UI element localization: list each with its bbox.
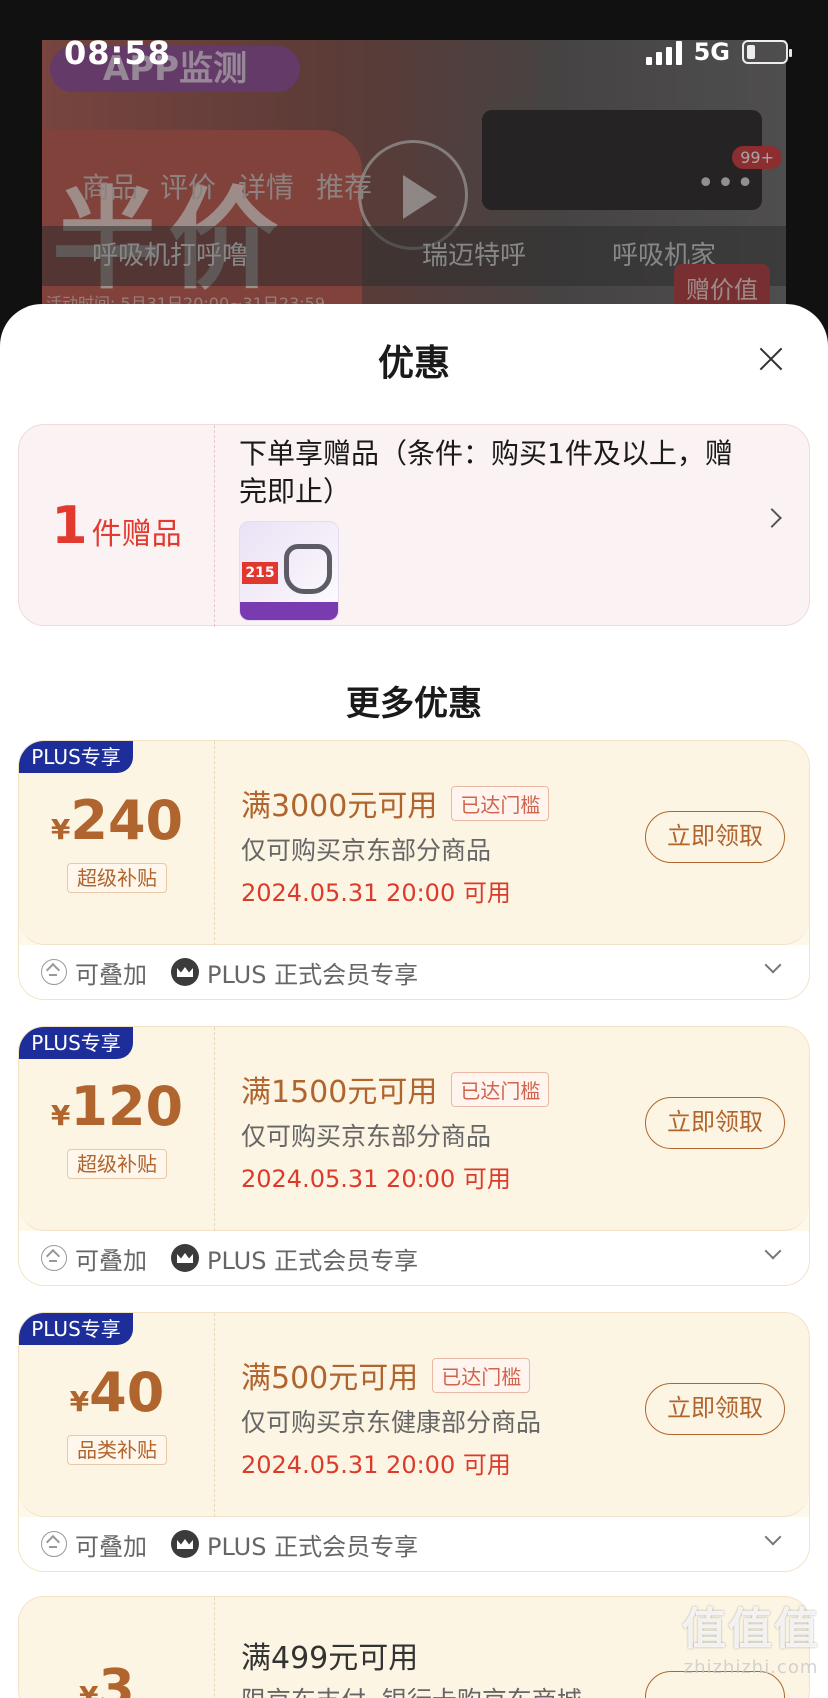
subsidy-label: 超级补贴 — [67, 863, 167, 893]
currency-symbol: ¥ — [50, 1099, 71, 1132]
coupon-condition: 满500元可用 — [241, 1361, 419, 1396]
gift-count-number: 1 — [51, 496, 88, 556]
coupon-scope: 仅可购买京东部分商品 — [241, 1122, 492, 1151]
coupon-date: 2024.05.31 20:00 可用 — [241, 1451, 511, 1479]
stackable-icon — [41, 959, 67, 985]
more-offers-title: 更多优惠 — [346, 684, 482, 724]
coupon-date: 2024.05.31 20:00 可用 — [241, 879, 511, 907]
chevron-down-icon[interactable] — [764, 956, 782, 974]
crown-icon — [171, 958, 199, 986]
watermark: 值值值 zhizhizhi.com — [682, 1593, 820, 1678]
coupon-condition: 满1500元可用 — [241, 1075, 438, 1110]
claim-button[interactable]: 立即领取 — [645, 811, 785, 863]
coupon-card: ¥120 超级补贴 PLUS专享 满1500元可用 已达门槛 仅可购买京东部分商… — [18, 1026, 810, 1286]
coupon-card: ¥240 超级补贴 PLUS专享 满3000元可用 已达门槛 仅可购买京东部分商… — [18, 740, 810, 1000]
close-icon[interactable] — [758, 346, 784, 372]
coupon-main: ¥120 超级补贴 PLUS专享 满1500元可用 已达门槛 仅可购买京东部分商… — [19, 1027, 809, 1231]
coupon-footer[interactable]: 可叠加 PLUS 正式会员专享 — [19, 945, 809, 999]
currency-symbol: ¥ — [50, 813, 71, 846]
stackable-icon — [41, 1531, 67, 1557]
crown-icon — [171, 1244, 199, 1272]
gift-thumb-band — [240, 602, 338, 620]
status-indicators: 5G — [645, 38, 792, 66]
plus-exclusive-tag: PLUS专享 — [19, 741, 133, 773]
chevron-right-icon[interactable] — [762, 508, 782, 528]
claim-button[interactable]: 立即领取 — [645, 1097, 785, 1149]
stackable-label: 可叠加 — [75, 960, 147, 989]
gift-thumbnail[interactable]: 215 — [239, 521, 339, 621]
currency-symbol: ¥ — [79, 1680, 99, 1698]
chevron-down-icon[interactable] — [764, 1242, 782, 1260]
crown-icon — [171, 1530, 199, 1558]
coupon-condition-row: 满1500元可用 已达门槛 — [241, 1067, 550, 1111]
coupon-condition-row: 满3000元可用 已达门槛 — [241, 781, 550, 825]
coupon-footer[interactable]: 可叠加 PLUS 正式会员专享 — [19, 1517, 809, 1571]
gift-count-unit: 件赠品 — [91, 517, 182, 552]
coupon-main: ¥240 超级补贴 PLUS专享 满3000元可用 已达门槛 仅可购买京东部分商… — [19, 741, 809, 945]
subsidy-label: 超级补贴 — [67, 1149, 167, 1179]
coupon-amount: ¥40 — [19, 1361, 215, 1424]
stackable-label: 可叠加 — [75, 1532, 147, 1561]
stackable-label: 可叠加 — [75, 1246, 147, 1275]
coupon-footer[interactable]: 可叠加 PLUS 正式会员专享 — [19, 1231, 809, 1285]
coupon-condition-row: 满500元可用 已达门槛 — [241, 1353, 531, 1397]
gift-thumb-price: 215 — [242, 562, 278, 584]
coupon-date: 2024.05.31 20:00 可用 — [241, 1165, 511, 1193]
coupon-amount: ¥3 — [79, 1659, 135, 1698]
status-bar: 08:58 5G — [0, 0, 828, 100]
coupon-scope: 限京东支付, 银行卡购京东商城 — [241, 1681, 582, 1698]
coupon-card: ¥40 品类补贴 PLUS专享 满500元可用 已达门槛 仅可购买京东健康部分商… — [18, 1312, 810, 1572]
stackable-icon — [41, 1245, 67, 1271]
coupon-amount: ¥120 — [19, 1075, 215, 1138]
gift-description: 下单享赠品（条件：购买1件及以上，赠完即止） — [239, 437, 733, 508]
plus-exclusive-tag: PLUS专享 — [19, 1313, 133, 1345]
currency-symbol: ¥ — [69, 1385, 90, 1418]
coupon-main: ¥40 品类补贴 PLUS专享 满500元可用 已达门槛 仅可购买京东健康部分商… — [19, 1313, 809, 1517]
member-label: PLUS 正式会员专享 — [207, 1532, 419, 1561]
network-label: 5G — [693, 38, 730, 66]
battery-icon — [742, 40, 792, 64]
threshold-reached-badge: 已达门槛 — [451, 785, 550, 821]
coupon-condition: 满499元可用 — [241, 1641, 419, 1676]
member-label: PLUS 正式会员专享 — [207, 960, 419, 989]
gift-card[interactable]: 1 件赠品 下单享赠品（条件：购买1件及以上，赠完即止） 215 — [18, 424, 810, 627]
member-label: PLUS 正式会员专享 — [207, 1246, 419, 1275]
watermark-url: zhizhizhi.com — [683, 1657, 819, 1678]
coupon-amount-number: 40 — [89, 1361, 165, 1424]
threshold-reached-badge: 已达门槛 — [451, 1071, 550, 1107]
coupon-amount: ¥240 — [19, 789, 215, 852]
plus-exclusive-tag: PLUS专享 — [19, 1027, 133, 1059]
coupon-scope: 仅可购买京东部分商品 — [241, 836, 492, 865]
coupon-amount-number: 120 — [70, 1075, 184, 1138]
claim-button[interactable]: 立即领取 — [645, 1383, 785, 1435]
offers-sheet: 优惠 1 件赠品 下单享赠品（条件：购买1件及以上，赠完即止） 215 更多优惠… — [0, 304, 828, 1698]
coupon-condition: 满3000元可用 — [241, 789, 438, 824]
coupon-amount-number: 240 — [70, 789, 184, 852]
threshold-reached-badge: 已达门槛 — [432, 1357, 531, 1393]
watermark-logo: 值值值 — [682, 1604, 820, 1655]
signal-icon — [645, 39, 682, 65]
coupon-scope: 仅可购买京东健康部分商品 — [241, 1408, 542, 1437]
subsidy-label: 品类补贴 — [67, 1435, 167, 1465]
cpap-mask-icon — [284, 544, 332, 594]
chevron-down-icon[interactable] — [764, 1528, 782, 1546]
status-time: 08:58 — [64, 34, 171, 72]
coupon-amount-number: 3 — [98, 1659, 135, 1698]
gift-count: 1 件赠品 — [19, 425, 215, 627]
sheet-title: 优惠 — [377, 343, 450, 384]
